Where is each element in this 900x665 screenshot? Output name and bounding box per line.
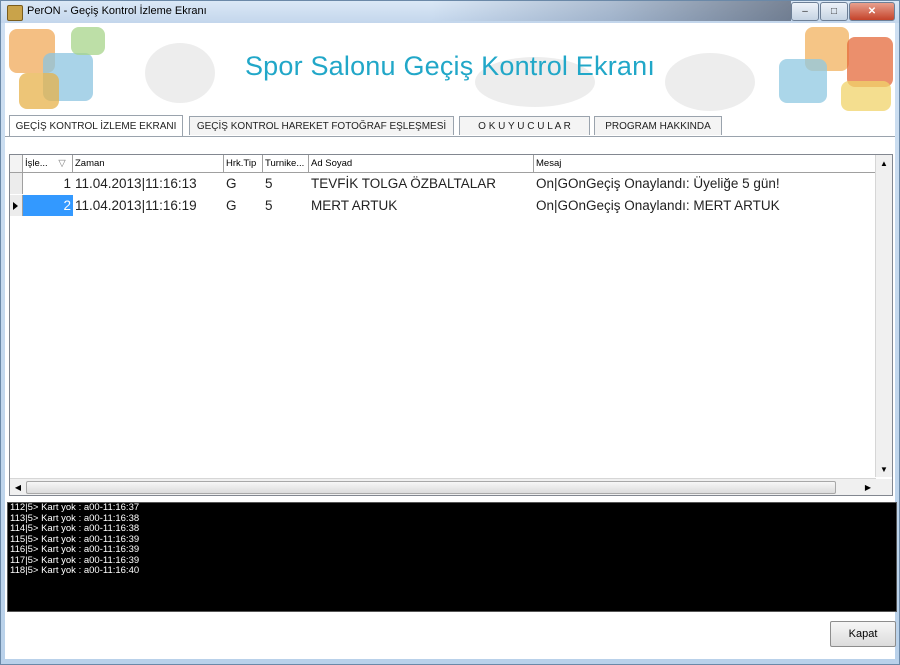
- row-indicator[interactable]: [10, 173, 23, 194]
- tab-divider: [5, 136, 895, 137]
- window-controls: – □ ✕: [790, 2, 895, 21]
- log-line: 115|5> Kart yok : a00-11:16:39: [10, 533, 140, 545]
- banner-decoration: [841, 81, 891, 111]
- close-button[interactable]: Kapat: [830, 621, 896, 647]
- tab-strip: GEÇİŞ KONTROL İZLEME EKRANI GEÇİŞ KONTRO…: [5, 115, 895, 138]
- log-line: 112|5> Kart yok : a00-11:16:37: [10, 502, 140, 513]
- banner-title: Spor Salonu Geçiş Kontrol Ekranı: [244, 51, 656, 81]
- horizontal-scrollbar[interactable]: ◀ ▶: [10, 478, 876, 495]
- titlebar-background: [431, 1, 791, 21]
- tab-about[interactable]: PROGRAM HAKKINDA: [594, 116, 722, 135]
- header-banner: Spor Salonu Geçiş Kontrol Ekranı: [5, 23, 895, 115]
- scroll-left-icon[interactable]: ◀: [10, 479, 26, 495]
- window-title: PerON - Geçiş Kontrol İzleme Ekranı: [27, 5, 207, 17]
- tab-monitoring[interactable]: GEÇİŞ KONTROL İZLEME EKRANI: [9, 115, 183, 137]
- column-header-label: İşle...: [25, 158, 48, 169]
- column-header-id[interactable]: İşle... ▽: [23, 155, 73, 172]
- close-window-button[interactable]: ✕: [849, 2, 895, 21]
- cell-time: 11.04.2013|11:16:13: [75, 176, 197, 191]
- scrollbar-corner: [876, 479, 892, 495]
- cell-turnstile: 5: [265, 198, 273, 213]
- row-header-corner: [10, 155, 23, 172]
- column-header-time[interactable]: Zaman: [73, 155, 224, 172]
- app-window: PerON - Geçiş Kontrol İzleme Ekranı – □ …: [0, 0, 900, 665]
- title-bar[interactable]: PerON - Geçiş Kontrol İzleme Ekranı – □ …: [1, 1, 899, 23]
- transactions-grid[interactable]: İşle... ▽ Zaman Hrk.Tip Turnike... Ad So…: [9, 154, 893, 496]
- scroll-up-icon[interactable]: ▲: [876, 155, 892, 171]
- cell-id[interactable]: 2: [23, 195, 73, 216]
- column-header-name[interactable]: Ad Soyad: [309, 155, 534, 172]
- horizontal-scroll-thumb[interactable]: [26, 481, 836, 494]
- minimize-button[interactable]: –: [791, 2, 819, 21]
- event-log-console: 112|5> Kart yok : a00-11:16:37 113|5> Ka…: [7, 502, 897, 612]
- log-line: 113|5> Kart yok : a00-11:16:38: [10, 512, 140, 524]
- table-row[interactable]: 2 11.04.2013|11:16:19 G 5 MERT ARTUK On|…: [10, 195, 876, 216]
- scroll-right-icon[interactable]: ▶: [860, 479, 876, 495]
- log-line: 117|5> Kart yok : a00-11:16:39: [10, 554, 140, 566]
- table-row[interactable]: 1 11.04.2013|11:16:13 G 5 TEVFİK TOLGA Ö…: [10, 173, 876, 194]
- column-header-type[interactable]: Hrk.Tip: [224, 155, 263, 172]
- grid-header: İşle... ▽ Zaman Hrk.Tip Turnike... Ad So…: [10, 155, 876, 173]
- cell-time: 11.04.2013|11:16:19: [75, 198, 197, 213]
- row-indicator[interactable]: [10, 195, 23, 216]
- tab-readers[interactable]: O K U Y U C U L A R: [459, 116, 590, 135]
- cell-message: On|GOnGeçiş Onaylandı: MERT ARTUK: [536, 198, 780, 213]
- cell-name: MERT ARTUK: [311, 198, 398, 213]
- tab-photo-matching[interactable]: GEÇİŞ KONTROL HAREKET FOTOĞRAF EŞLEŞMESİ: [189, 116, 454, 135]
- client-area: Spor Salonu Geçiş Kontrol Ekranı GEÇİŞ K…: [5, 23, 897, 659]
- log-line: 116|5> Kart yok : a00-11:16:39: [10, 544, 140, 555]
- log-line: 114|5> Kart yok : a00-11:16:38: [10, 523, 140, 534]
- current-row-arrow-icon: [13, 202, 18, 210]
- maximize-button[interactable]: □: [820, 2, 848, 21]
- scroll-down-icon[interactable]: ▼: [876, 461, 892, 477]
- cell-name: TEVFİK TOLGA ÖZBALTALAR: [311, 176, 497, 191]
- cell-id: 1: [63, 176, 71, 191]
- sort-icon: ▽: [58, 158, 66, 169]
- cell-turnstile: 5: [265, 176, 273, 191]
- column-header-message[interactable]: Mesaj: [534, 155, 876, 172]
- cell-type: G: [226, 198, 237, 213]
- log-line: 118|5> Kart yok : a00-11:16:40: [10, 565, 140, 576]
- cell-type: G: [226, 176, 237, 191]
- cell-message: On|GOnGeçiş Onaylandı: Üyeliğe 5 gün!: [536, 176, 780, 191]
- column-header-turnstile[interactable]: Turnike...: [263, 155, 309, 172]
- app-icon: [7, 5, 23, 21]
- vertical-scrollbar[interactable]: ▲ ▼: [875, 155, 892, 477]
